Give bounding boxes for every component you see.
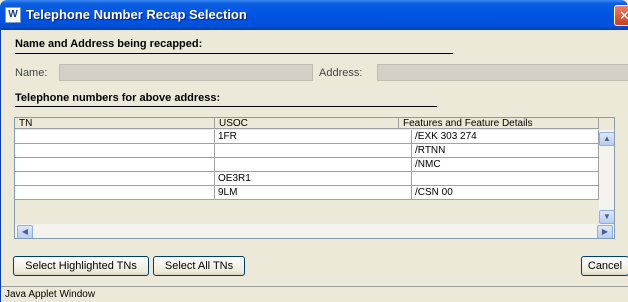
window-title: Telephone Number Recap Selection — [26, 7, 247, 22]
features-cell: /CSN 00 — [412, 186, 599, 200]
usoc-cell: OE3R1 — [215, 172, 412, 186]
table-row[interactable]: 1FR /EXK 303 274 — [15, 130, 613, 144]
select-all-tns-button[interactable]: Select All TNs — [153, 256, 245, 276]
tn-cell — [15, 130, 215, 144]
column-header-usoc[interactable]: USOC — [215, 118, 399, 129]
features-cell — [412, 172, 599, 186]
close-button[interactable]: ✕ — [614, 5, 628, 26]
tn-cell — [15, 186, 215, 200]
horizontal-scrollbar[interactable]: ◀ ▶ — [15, 224, 614, 238]
select-highlighted-tns-button[interactable]: Select Highlighted TNs — [13, 256, 149, 276]
usoc-cell: 9LM — [215, 186, 412, 200]
address-label: Address: — [319, 67, 363, 79]
usoc-cell — [215, 144, 412, 158]
title-bar: W Telephone Number Recap Selection ✕ — [0, 0, 628, 30]
name-label: Name: — [15, 67, 48, 79]
usoc-cell: 1FR — [215, 130, 412, 144]
status-bar: Java Applet Window — [1, 286, 628, 302]
scroll-left-button[interactable]: ◀ — [17, 225, 33, 238]
table-row[interactable]: /RTNN — [15, 144, 613, 158]
app-icon: W — [5, 7, 21, 23]
features-cell: /EXK 303 274 — [412, 130, 599, 144]
features-cell: /RTNN — [412, 144, 599, 158]
table-header: TN USOC Features and Feature Details — [15, 118, 599, 129]
dialog-body: Name and Address being recapped: Name: A… — [0, 30, 628, 302]
scroll-down-button[interactable]: ▼ — [599, 210, 614, 224]
telephone-numbers-heading: Telephone numbers for above address: — [15, 92, 221, 104]
heading-underline — [15, 53, 453, 54]
cancel-button[interactable]: Cancel — [581, 256, 628, 276]
tn-cell — [15, 158, 215, 172]
column-header-tn[interactable]: TN — [15, 118, 215, 129]
table-row[interactable]: OE3R1 — [15, 172, 613, 186]
table-row[interactable]: 9LM /CSN 00 — [15, 186, 613, 200]
table-body: 1FR /EXK 303 274 /RTNN /NMC OE3R1 9LM /C… — [15, 130, 613, 200]
table-row[interactable]: /NMC — [15, 158, 613, 172]
usoc-cell — [215, 158, 412, 172]
tn-cell — [15, 172, 215, 186]
tn-table: TN USOC Features and Feature Details 1FR… — [14, 117, 615, 239]
scroll-up-button[interactable]: ▲ — [599, 132, 614, 146]
vertical-scrollbar[interactable]: ▲ ▼ — [599, 130, 614, 226]
scroll-right-button[interactable]: ▶ — [597, 225, 613, 238]
name-address-heading: Name and Address being recapped: — [15, 38, 203, 50]
features-cell: /NMC — [412, 158, 599, 172]
address-field — [377, 64, 628, 81]
column-header-features[interactable]: Features and Feature Details — [399, 118, 599, 129]
tn-cell — [15, 144, 215, 158]
name-field — [59, 64, 313, 81]
heading-underline — [15, 106, 437, 107]
